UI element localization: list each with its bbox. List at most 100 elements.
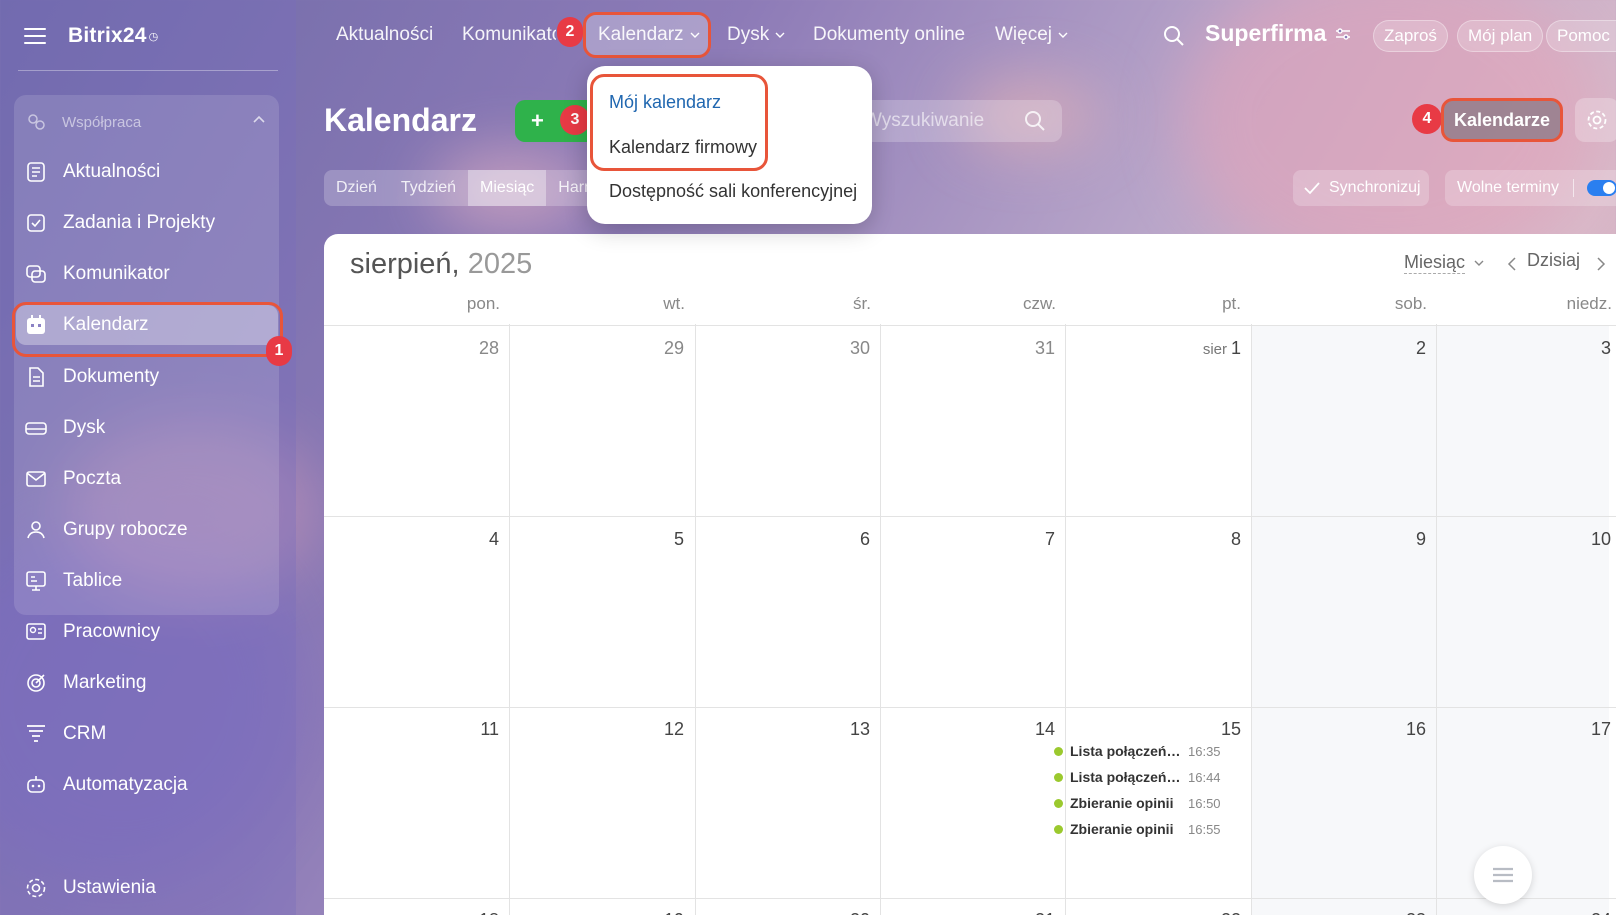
topnav-komunikator[interactable]: Komunikator [462,24,556,46]
weekday-label: pon. [466,294,500,313]
free-slots-toggle[interactable]: Wolne terminy [1445,170,1616,206]
group-header-collaboration[interactable]: Współpraca [26,108,141,136]
my-plan-button[interactable]: Mój plan [1457,20,1544,52]
calendars-button[interactable]: Kalendarze [1441,98,1563,142]
quick-menu-button[interactable] [1474,846,1532,904]
sidebar-item-employees[interactable]: Pracownicy [24,612,274,652]
invite-button[interactable]: Zaproś [1373,20,1448,52]
event-item[interactable]: Zbieranie opinii 16:55 [1054,819,1230,839]
day-cell[interactable]: 24 [1551,910,1611,915]
menu-item-conference-room[interactable]: Dostępność sali konferencyjnej [609,181,857,202]
document-icon [29,367,44,387]
topnav-dysk[interactable]: Dysk [727,24,786,46]
topnav-label: Więcej [995,24,1053,45]
tab-month[interactable]: Miesiąc [468,170,547,206]
today-button[interactable]: Dzisiaj [1527,250,1580,271]
sidebar-item-documents[interactable]: Dokumenty [24,357,274,397]
day-cell[interactable]: 14 [995,719,1055,740]
clock-icon: ◷ [148,30,159,43]
menu-burger-icon[interactable] [24,28,46,44]
sidebar-item-mail[interactable]: Poczta [24,459,274,499]
day-cell[interactable]: 21 [995,910,1055,915]
sidebar-item-tasks[interactable]: Zadania i Projekty [24,203,274,243]
day-cell[interactable]: 29 [624,338,684,359]
calendar-settings-button[interactable] [1575,98,1616,142]
event-item[interactable]: Lista połączeń ... 16:35 [1054,741,1230,761]
topnav-dokumenty-online[interactable]: Dokumenty online [813,24,965,46]
day-cell[interactable]: 10 [1551,529,1611,550]
grid-line [880,324,881,915]
day-cell[interactable]: 31 [995,338,1055,359]
day-cell[interactable]: 3 [1551,338,1611,359]
day-number: 31 [1034,338,1055,358]
event-time: 16:55 [1188,821,1221,837]
divider [18,70,278,71]
weekday-label: śr. [853,294,871,313]
day-cell[interactable]: 16 [1366,719,1426,740]
company-label: Superfirma [1205,20,1327,46]
day-cell[interactable]: 12 [624,719,684,740]
view-select[interactable]: Miesiąc [1404,252,1485,274]
day-cell[interactable]: 19 [624,910,684,915]
sidebar-item-messenger[interactable]: Komunikator [24,254,274,294]
topnav-aktualnosci[interactable]: Aktualności [336,24,433,46]
day-cell[interactable]: 8 [1181,529,1241,550]
sidebar-item-marketing[interactable]: Marketing [24,663,274,703]
day-cell[interactable]: 6 [810,529,870,550]
divider [1573,179,1574,197]
event-item[interactable]: Lista połączeń ... 16:44 [1054,767,1230,787]
sidebar-item-crm[interactable]: CRM [24,714,274,754]
step-badge-4: 4 [1412,104,1442,134]
day-cell[interactable]: sier 1 [1161,338,1241,359]
chevron-left-icon[interactable] [1507,256,1517,272]
day-cell[interactable]: 2 [1366,338,1426,359]
chevron-down-icon [1474,260,1484,266]
search-icon[interactable] [1163,25,1185,47]
day-cell[interactable]: 5 [624,529,684,550]
day-cell[interactable]: 28 [439,338,499,359]
event-item[interactable]: Zbieranie opinii 16:50 [1054,793,1230,813]
day-cell[interactable]: 9 [1366,529,1426,550]
month-abbrev: sier [1202,341,1227,358]
day-cell[interactable]: 17 [1551,719,1611,740]
target-icon [27,674,45,692]
day-cell[interactable]: 13 [810,719,870,740]
employees-icon [26,623,46,640]
day-cell[interactable]: 22 [1181,910,1241,915]
highlight-calendar-sidebar [12,302,283,357]
tab-week[interactable]: Tydzień [389,170,468,206]
logo[interactable]: Bitrix24 [68,24,147,48]
day-cell[interactable]: 30 [810,338,870,359]
sidebar-item-groups[interactable]: Grupy robocze [24,510,274,550]
highlight-dropdown-items [590,74,768,171]
search-input[interactable]: Wyszukiwanie [842,100,1062,142]
topnav-wiecej[interactable]: Więcej [995,24,1069,46]
day-cell[interactable]: 11 [439,719,499,740]
search-placeholder: Wyszukiwanie [864,110,985,131]
day-cell[interactable]: 7 [995,529,1055,550]
chevron-right-icon[interactable] [1596,256,1606,272]
sidebar-item-automation[interactable]: Automatyzacja [24,765,274,805]
day-cell[interactable]: 18 [439,910,499,915]
sidebar-item-aktualnosci[interactable]: Aktualności [24,152,274,192]
day-cell[interactable]: 4 [439,529,499,550]
day-cell[interactable]: 15 [1181,719,1241,740]
weekday-header: pon. wt. śr. czw. pt. sob. niedz. [324,294,1616,322]
sync-button[interactable]: Synchronizuj [1293,170,1429,206]
sidebar-item-boards[interactable]: Tablice [24,561,274,601]
sidebar-item-label: Aktualności [63,161,161,182]
sidebar-item-settings[interactable]: Ustawienia [24,876,156,900]
company-name[interactable]: Superfirma [1205,20,1352,47]
grid-line [1251,324,1252,915]
sidebar-item-drive[interactable]: Dysk [24,408,274,448]
tab-day[interactable]: Dzień [324,170,389,206]
day-cell[interactable]: 23 [1366,910,1426,915]
topnav-kalendarz[interactable]: Kalendarz [598,24,701,46]
help-button[interactable]: Pomoc [1546,20,1616,52]
gear-icon [26,878,46,898]
users-icon [27,521,45,539]
chevron-up-icon[interactable] [252,112,266,126]
day-cell[interactable]: 20 [810,910,870,915]
toggle-switch[interactable] [1587,180,1616,196]
sidebar-item-label: Ustawienia [63,877,156,898]
